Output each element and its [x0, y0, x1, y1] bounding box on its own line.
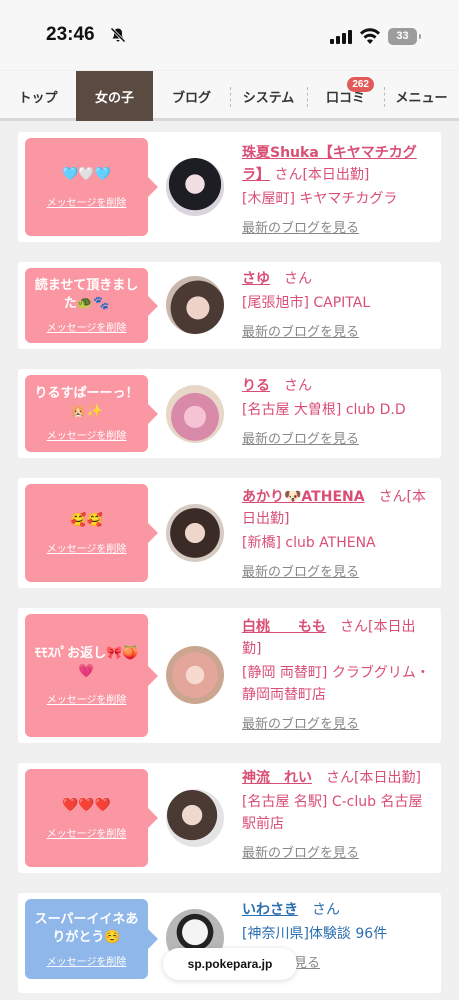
tab-top[interactable]: トップ: [0, 71, 76, 121]
user-name-link[interactable]: いわさき: [242, 902, 298, 918]
status-text: さん: [312, 902, 340, 918]
message-text: ❤️❤️❤️: [62, 797, 111, 813]
profile-info: さゆ さん [尾張旭市] CAPITAL 最新のブログを見る: [242, 268, 432, 344]
tab-system[interactable]: システム: [230, 71, 307, 121]
message-text: ﾓﾓｽﾊﾟお返し🎀🍑💗: [34, 646, 139, 679]
latest-blog-link[interactable]: 最新のブログを見る: [242, 714, 432, 736]
url-bar[interactable]: sp.pokepara.jp: [163, 948, 297, 980]
message-bubble: 🥰🥰 メッセージを削除: [25, 484, 158, 582]
status-text: さん[本日出勤]: [274, 167, 370, 183]
tab-label: トップ: [18, 90, 58, 106]
shop-link[interactable]: [木屋町] キヤマチカグラ: [242, 188, 432, 210]
delete-message-link[interactable]: メッセージを削除: [47, 319, 127, 334]
tab-label: ブログ: [171, 90, 211, 106]
review-count-link[interactable]: [神奈川県]体験談 96件: [242, 923, 432, 945]
avatar[interactable]: [166, 385, 224, 443]
main-tabs: トップ 女の子 ブログ システム 口コミ 262 メニュー: [0, 71, 459, 121]
cellular-signal-icon: [330, 30, 352, 44]
tab-label: 女の子: [94, 90, 134, 106]
message-bubble: ﾓﾓｽﾊﾟお返し🎀🍑💗 メッセージを削除: [25, 614, 158, 737]
status-text: さん[本日出勤]: [326, 770, 421, 786]
message-bubble: スーパーイイネありがとう☺️ メッセージを削除: [25, 899, 158, 979]
wifi-icon: [360, 28, 380, 44]
delete-message-link[interactable]: メッセージを削除: [47, 194, 127, 209]
avatar[interactable]: [166, 158, 224, 216]
tab-girls[interactable]: 女の子: [76, 71, 153, 121]
profile-info: 神流 れい さん[本日出勤] [名古屋 名駅] C-club 名古屋駅前店 最新…: [242, 767, 432, 865]
list-item: 🥰🥰 メッセージを削除 あかり🐶ATHENA さん[本日出勤] [新橋] clu…: [18, 478, 441, 588]
girl-name-link[interactable]: りる: [242, 378, 270, 394]
delete-message-link[interactable]: メッセージを削除: [47, 825, 127, 840]
status-bar: 23:46 33: [0, 0, 459, 70]
avatar[interactable]: [166, 276, 224, 334]
tab-label: システム: [242, 90, 295, 106]
profile-info: あかり🐶ATHENA さん[本日出勤] [新橋] club ATHENA 最新の…: [242, 486, 432, 584]
message-bubble: りるすぱーーっ！🐹✨ メッセージを削除: [25, 375, 158, 452]
latest-blog-link[interactable]: 最新のブログを見る: [242, 429, 432, 451]
profile-info: 珠夏Shuka【キヤマチカグラ】 さん[本日出勤] [木屋町] キヤマチカグラ …: [242, 142, 432, 240]
message-text: スーパーイイネありがとう☺️: [34, 911, 139, 945]
message-text: 🥰🥰: [70, 512, 103, 528]
list-item: ❤️❤️❤️ メッセージを削除 神流 れい さん[本日出勤] [名古屋 名駅] …: [18, 763, 441, 873]
battery-icon: 33: [388, 28, 421, 45]
avatar[interactable]: [166, 504, 224, 562]
tab-label: メニュー: [395, 90, 448, 106]
girl-name-link[interactable]: さゆ: [242, 271, 270, 287]
status-time: 23:46: [46, 24, 95, 45]
delete-message-link[interactable]: メッセージを削除: [47, 691, 127, 706]
latest-blog-link[interactable]: 最新のブログを見る: [242, 843, 432, 865]
message-bubble: 読ませて頂きました🐢🐾 メッセージを削除: [25, 268, 158, 343]
shop-link[interactable]: [尾張旭市] CAPITAL: [242, 292, 432, 314]
shop-link[interactable]: [静岡 両替町] クラブグリム・静岡両替町店: [242, 662, 432, 706]
girl-name-link[interactable]: 白桃 もも: [242, 619, 326, 635]
list-item: 🩵🤍🩵 メッセージを削除 珠夏Shuka【キヤマチカグラ】 さん[本日出勤] […: [18, 132, 441, 242]
shop-link[interactable]: [新橋] club ATHENA: [242, 532, 432, 554]
bell-slash-icon: [110, 27, 126, 43]
message-bubble: ❤️❤️❤️ メッセージを削除: [25, 769, 158, 867]
latest-blog-link[interactable]: 最新のブログを見る: [242, 562, 432, 584]
list-item: りるすぱーーっ！🐹✨ メッセージを削除 りる さん [名古屋 大曽根] club…: [18, 369, 441, 458]
reviews-count-badge: 262: [347, 77, 374, 92]
message-bubble: 🩵🤍🩵 メッセージを削除: [25, 138, 158, 236]
latest-blog-link[interactable]: 最新のブログを見る: [242, 218, 432, 240]
avatar[interactable]: [166, 789, 224, 847]
list-item: ﾓﾓｽﾊﾟお返し🎀🍑💗 メッセージを削除 白桃 もも さん[本日出勤] [静岡 …: [18, 608, 441, 743]
girl-name-link[interactable]: あかり🐶ATHENA: [242, 489, 365, 505]
list-item: 読ませて頂きました🐢🐾 メッセージを削除 さゆ さん [尾張旭市] CAPITA…: [18, 262, 441, 349]
avatar[interactable]: [166, 646, 224, 704]
tab-menu[interactable]: メニュー: [384, 71, 459, 121]
tab-blog[interactable]: ブログ: [153, 71, 230, 121]
delete-message-link[interactable]: メッセージを削除: [47, 953, 127, 968]
shop-link[interactable]: [名古屋 大曽根] club D.D: [242, 399, 432, 421]
status-text: さん: [284, 271, 312, 287]
shop-link[interactable]: [名古屋 名駅] C-club 名古屋駅前店: [242, 791, 432, 835]
status-text: さん: [284, 378, 312, 394]
girl-name-link[interactable]: 神流 れい: [242, 770, 312, 786]
message-text: りるすぱーーっ！🐹✨: [34, 386, 139, 419]
latest-blog-link[interactable]: 最新のブログを見る: [242, 322, 432, 344]
delete-message-link[interactable]: メッセージを削除: [47, 427, 127, 442]
message-text: 🩵🤍🩵: [62, 166, 111, 182]
profile-info: りる さん [名古屋 大曽根] club D.D 最新のブログを見る: [242, 375, 432, 451]
delete-message-link[interactable]: メッセージを削除: [47, 540, 127, 555]
message-text: 読ませて頂きました🐢🐾: [34, 278, 139, 311]
profile-info: 白桃 もも さん[本日出勤] [静岡 両替町] クラブグリム・静岡両替町店 最新…: [242, 616, 432, 736]
tab-reviews[interactable]: 口コミ 262: [307, 71, 384, 121]
